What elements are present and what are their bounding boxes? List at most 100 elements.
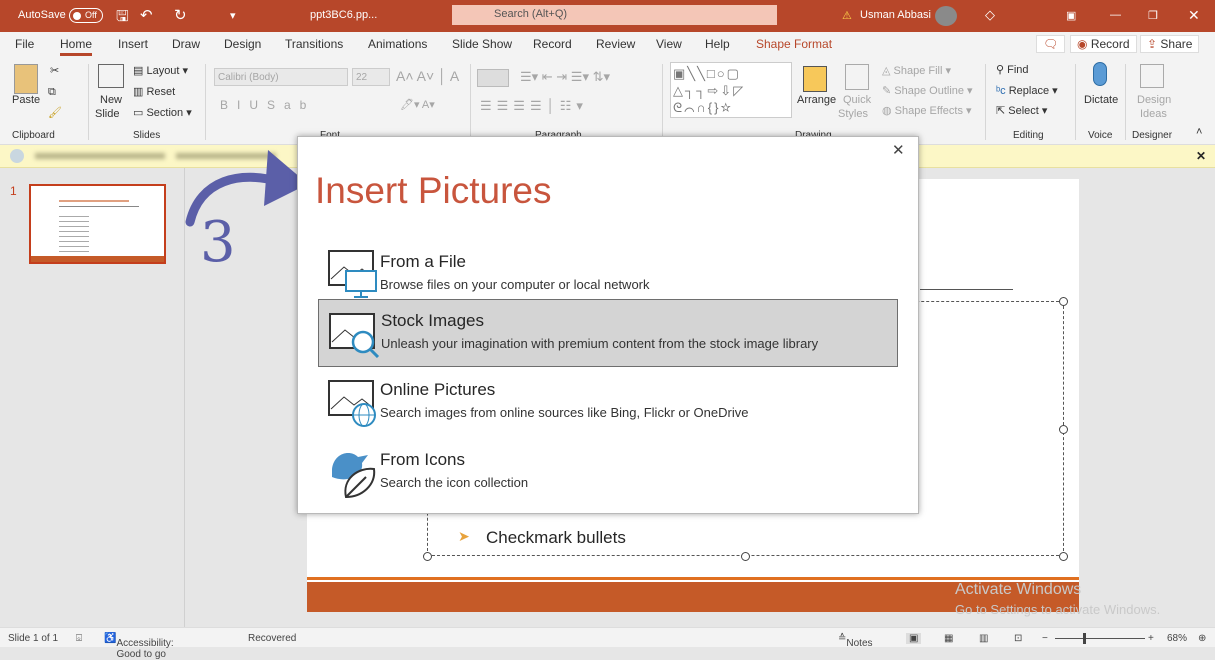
microphone-icon[interactable] [1093, 62, 1107, 86]
spelling-icon[interactable]: ⌺ [76, 633, 82, 644]
option-title: Stock Images [381, 311, 484, 330]
undo-icon[interactable]: ↶ [140, 6, 153, 24]
tab-file[interactable]: File [15, 37, 34, 51]
avatar[interactable] [935, 6, 957, 26]
zoom-out-button[interactable]: − [1042, 633, 1048, 644]
quick-styles-icon[interactable] [845, 64, 869, 90]
ribbon-display-icon[interactable]: ▣ [1066, 9, 1076, 22]
zoom-slider-thumb[interactable] [1083, 633, 1086, 644]
share-label: Share [1160, 37, 1193, 51]
paste-button[interactable]: Paste [12, 94, 40, 106]
shapes-gallery[interactable]: ▣╲╲□○▢ △┐┐⇨⇩◸ ᘓ⌒∩{}☆ [670, 62, 792, 118]
resize-handle[interactable] [1059, 552, 1068, 561]
font-size-select[interactable]: 22 [352, 68, 390, 86]
paste-icon[interactable] [14, 64, 38, 94]
option-title: From a File [380, 252, 466, 271]
shape-effects-button[interactable]: ◍ Shape Effects ▾ [882, 104, 972, 117]
close-icon[interactable]: ✕ [1188, 7, 1200, 24]
collapse-ribbon-icon[interactable]: ˄ [1196, 126, 1202, 138]
reset-button[interactable]: ▥ Reset [133, 85, 175, 98]
autosave-toggle[interactable]: Off [69, 8, 103, 23]
tab-shape-format[interactable]: Shape Format [756, 37, 832, 51]
font-format-icons[interactable]: BIUSab [220, 98, 315, 112]
dialog-close-icon[interactable]: ✕ [892, 141, 905, 159]
select-button[interactable]: ⇱ Select ▾ [996, 104, 1047, 117]
option-online-pictures[interactable]: Online Pictures Search images from onlin… [318, 369, 898, 437]
find-button[interactable]: ⚲ Find [996, 63, 1029, 76]
save-icon[interactable]: 🖫 [116, 6, 129, 31]
font-name-select[interactable]: Calibri (Body) [214, 68, 348, 86]
highlight-icon[interactable]: 🖊▾ A▾ [400, 98, 435, 111]
cut-icon[interactable]: ✂ [50, 64, 59, 77]
slide-thumbnail[interactable] [29, 184, 166, 264]
tab-slide-show[interactable]: Slide Show [452, 37, 512, 51]
tab-transitions[interactable]: Transitions [285, 37, 343, 51]
design-ideas-label[interactable]: Ideas [1140, 108, 1167, 120]
tab-review[interactable]: Review [596, 37, 635, 51]
customize-icon[interactable]: ▾ [230, 9, 236, 22]
close-message-icon[interactable]: ✕ [1196, 149, 1206, 163]
reading-view-icon[interactable]: ▥ [979, 633, 988, 644]
share-button[interactable]: ⇪ Share [1140, 35, 1200, 53]
design-ideas-icon[interactable] [1140, 64, 1164, 88]
group-editing: Editing [1013, 130, 1044, 141]
arrange-button[interactable]: Arrange [797, 94, 836, 106]
option-stock-images[interactable]: Stock Images Unleash your imagination wi… [318, 299, 898, 367]
bullets-button[interactable] [477, 69, 509, 87]
resize-handle[interactable] [741, 552, 750, 561]
resize-handle[interactable] [423, 552, 432, 561]
tab-animations[interactable]: Animations [368, 37, 427, 51]
tab-draw[interactable]: Draw [172, 37, 200, 51]
resize-handle[interactable] [1059, 297, 1068, 306]
tab-home[interactable]: Home [60, 37, 93, 56]
notes-button[interactable]: ≙ Notes [838, 633, 873, 649]
zoom-in-button[interactable]: + [1148, 633, 1154, 644]
align-icons[interactable]: ☰☰☰☰│☷▾ [480, 98, 588, 114]
numbering-icons[interactable]: ☰▾ ⇤ ⇥ ☰▾ ⇅▾ [520, 69, 610, 85]
arrange-icon[interactable] [803, 66, 827, 92]
ribbon-tabs: File Home Insert Draw Design Transitions… [0, 32, 1215, 56]
resize-handle[interactable] [1059, 425, 1068, 434]
option-from-icons[interactable]: From Icons Search the icon collection [318, 439, 898, 507]
user-name[interactable]: Usman Abbasi [860, 9, 931, 21]
diamond-icon[interactable]: ◇ [985, 7, 995, 23]
design-ideas-button[interactable]: Design [1137, 94, 1171, 106]
copy-icon[interactable]: ⧉ [48, 86, 56, 99]
minimize-icon[interactable]: — [1110, 9, 1121, 21]
title-bar: AutoSave Off 🖫 ↶ ↻ ▾ ppt3BC6.pp... Searc… [0, 0, 1215, 32]
layout-button[interactable]: ▤ Layout ▾ [133, 64, 188, 77]
quick-styles-button[interactable]: Quick [843, 94, 871, 106]
record-button[interactable]: ◉ Record [1070, 35, 1137, 53]
tab-record[interactable]: Record [533, 37, 572, 51]
fit-to-window-icon[interactable]: ⊕ [1198, 633, 1206, 644]
slide-number: 1 [10, 184, 17, 198]
accessibility-status[interactable]: ♿ Accessibility: Good to go [104, 633, 174, 660]
zoom-level[interactable]: 68% [1167, 633, 1187, 644]
recovered-status: Recovered [248, 633, 297, 644]
replace-button[interactable]: ᵇc Replace ▾ [996, 84, 1058, 97]
tab-insert[interactable]: Insert [118, 37, 148, 51]
shape-fill-button[interactable]: ◬ Shape Fill ▾ [882, 64, 951, 77]
new-slide-icon[interactable] [98, 64, 124, 88]
slide-sorter-icon[interactable]: ▦ [944, 633, 953, 644]
quick-styles-label[interactable]: Styles [838, 108, 868, 120]
normal-view-icon[interactable]: ▣ [906, 633, 922, 644]
zoom-slider[interactable] [1055, 638, 1145, 639]
shape-outline-button[interactable]: ✎ Shape Outline ▾ [882, 84, 973, 97]
tab-view[interactable]: View [656, 37, 682, 51]
redo-icon[interactable]: ↻ [174, 6, 187, 24]
bullet-text[interactable]: Checkmark bullets [486, 528, 626, 548]
dictate-button[interactable]: Dictate [1084, 94, 1118, 106]
search-input[interactable]: Search (Alt+Q) [452, 5, 777, 25]
section-label: Section [146, 107, 184, 119]
comments-button[interactable]: 🗨 [1036, 35, 1066, 53]
tab-help[interactable]: Help [705, 37, 730, 51]
tab-design[interactable]: Design [224, 37, 261, 51]
new-slide-label[interactable]: Slide [95, 108, 119, 120]
new-slide-button[interactable]: New [100, 94, 122, 106]
restore-icon[interactable]: ❐ [1148, 9, 1158, 22]
font-grow-icon[interactable]: A˄ A˅ │ A [396, 68, 459, 84]
format-painter-icon[interactable]: 🖌 [48, 106, 62, 119]
slideshow-icon[interactable]: ⊡ [1014, 633, 1022, 644]
section-button[interactable]: ▭ Section ▾ [133, 106, 192, 119]
